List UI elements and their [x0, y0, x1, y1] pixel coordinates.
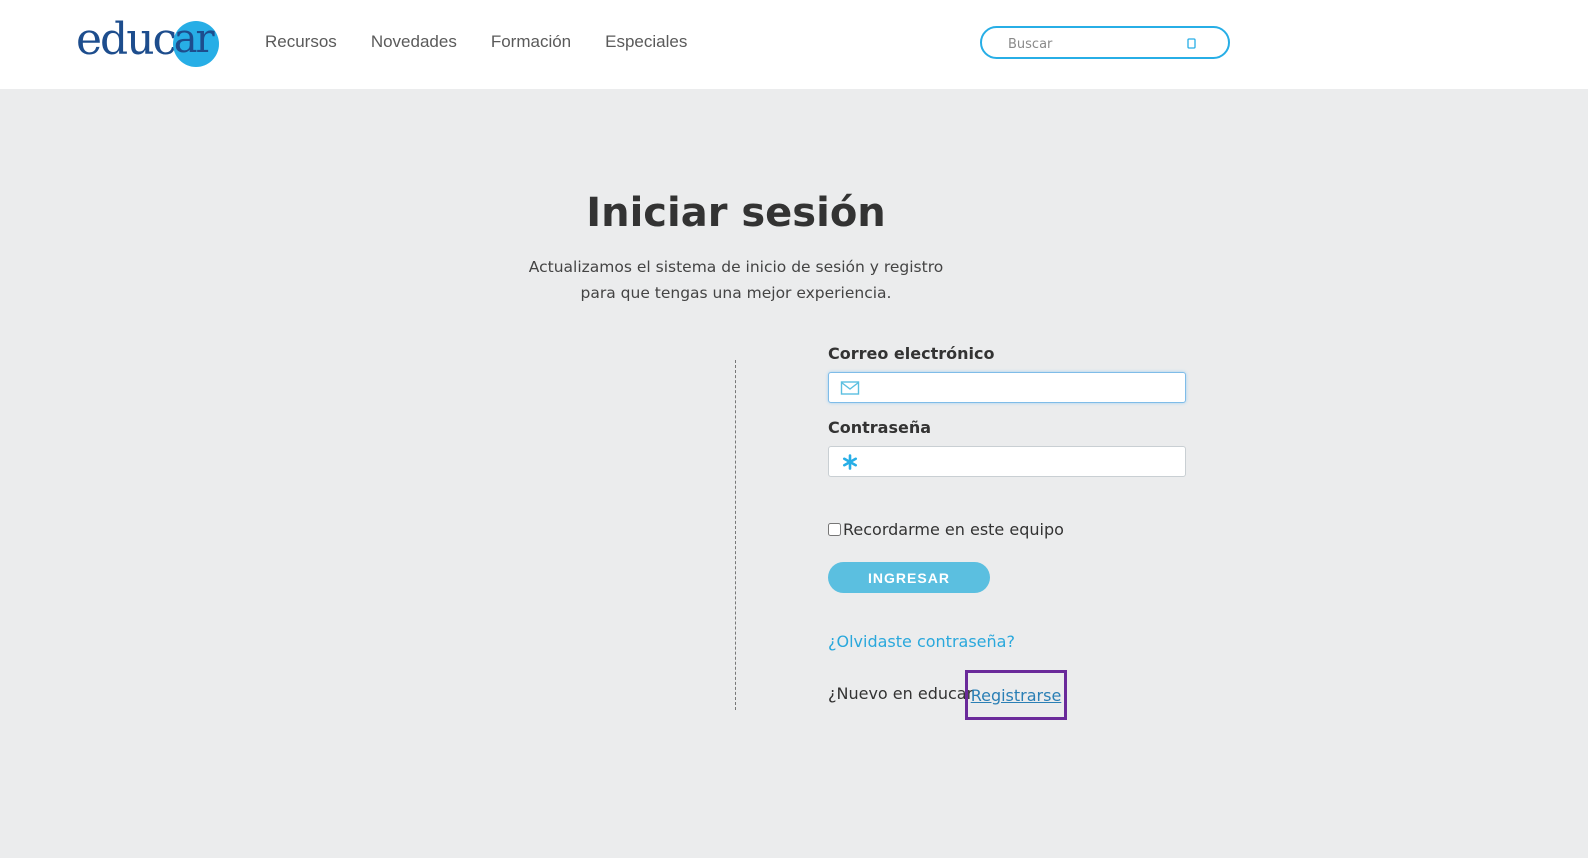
nav-item-formacion[interactable]: Formación: [491, 32, 571, 52]
email-field-wrapper: [828, 372, 1186, 403]
page-subtitle: Actualizamos el sistema de inicio de ses…: [0, 254, 1472, 306]
search-icon: [1186, 37, 1196, 49]
logo-text: educ: [76, 14, 177, 65]
educar-logo[interactable]: educ ar: [76, 10, 220, 70]
new-user-text: ¿Nuevo en educar: [828, 684, 974, 703]
search-underline: [1018, 57, 1153, 58]
register-link[interactable]: Registrarse: [971, 686, 1062, 705]
nav-item-novedades[interactable]: Novedades: [371, 32, 457, 52]
ingresar-button[interactable]: INGRESAR: [828, 562, 990, 593]
envelope-icon: [840, 381, 860, 395]
password-field[interactable]: [869, 451, 1169, 473]
subtitle-line-2: para que tengas una mejor experiencia.: [580, 284, 892, 302]
password-field-wrapper: [828, 446, 1186, 477]
page-title: Iniciar sesión: [586, 190, 886, 236]
register-highlight-box: Registrarse: [965, 670, 1067, 720]
email-field[interactable]: [869, 377, 1169, 399]
search-input[interactable]: [1006, 34, 1156, 54]
nav-item-recursos[interactable]: Recursos: [265, 32, 337, 52]
site-header: educ ar Recursos Novedades Formación Esp…: [0, 0, 1588, 89]
email-label: Correo electrónico: [828, 344, 995, 363]
dashed-divider: [735, 360, 736, 710]
password-label: Contraseña: [828, 418, 932, 437]
nav-item-especiales[interactable]: Especiales: [605, 32, 687, 52]
asterisk-icon: [843, 454, 857, 470]
remember-me: Recordarme en este equipo: [828, 520, 1064, 539]
forgot-password-link[interactable]: ¿Olvidaste contraseña?: [828, 632, 1015, 651]
search-box: [980, 26, 1230, 59]
logo-circle-text: ar: [173, 16, 215, 62]
remember-checkbox[interactable]: [828, 523, 841, 536]
subtitle-line-1: Actualizamos el sistema de inicio de ses…: [528, 258, 944, 276]
main-nav: Recursos Novedades Formación Especiales: [265, 32, 687, 52]
new-user-row: ¿Nuevo en educar: [828, 684, 973, 703]
remember-label: Recordarme en este equipo: [843, 520, 1064, 539]
logo-circle: ar: [173, 16, 220, 67]
search-button[interactable]: [1184, 35, 1198, 51]
